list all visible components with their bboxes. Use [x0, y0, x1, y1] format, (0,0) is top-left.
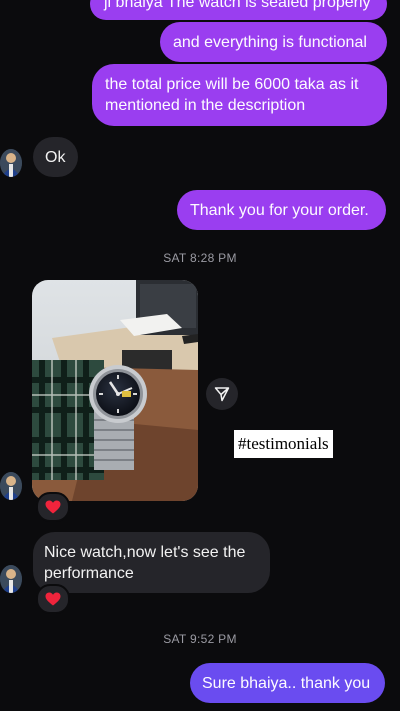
shared-photo[interactable] [32, 280, 198, 501]
user-avatar-icon [0, 472, 22, 500]
incoming-message[interactable]: Nice watch,now let's see the performance [33, 532, 270, 593]
heart-icon [45, 592, 61, 606]
message-timestamp: SAT 9:52 PM [163, 632, 237, 646]
message-text: Thank you for your order. [190, 202, 369, 219]
heart-reaction[interactable] [36, 492, 70, 522]
message-timestamp: SAT 8:28 PM [163, 251, 237, 265]
message-text: and everything is functional [173, 34, 367, 51]
message-text-line: mentioned in the description [105, 97, 306, 114]
heart-reaction[interactable] [36, 584, 70, 614]
message-text: Ok [45, 149, 66, 166]
message-text-line: Nice watch,now let's see the [44, 544, 246, 561]
sender-avatar[interactable] [0, 565, 22, 593]
outgoing-message[interactable]: and everything is functional [160, 22, 387, 62]
share-button[interactable] [206, 378, 238, 410]
outgoing-message[interactable]: Thank you for your order. [177, 190, 386, 230]
outgoing-message[interactable]: ji bhaiya The watch is sealed properly [90, 0, 387, 20]
sender-avatar[interactable] [0, 149, 22, 177]
user-avatar-icon [0, 149, 22, 177]
send-arrow-icon [214, 387, 230, 402]
watch-photo-image [32, 280, 198, 501]
message-text: Sure bhaiya.. thank you [202, 675, 371, 692]
incoming-message[interactable]: Ok [33, 137, 78, 177]
user-avatar-icon [0, 565, 22, 593]
message-text: ji bhaiya The watch is sealed properly [104, 0, 371, 11]
outgoing-message[interactable]: Sure bhaiya.. thank you [190, 663, 385, 703]
sender-avatar[interactable] [0, 472, 22, 500]
outgoing-message[interactable]: the total price will be 6000 taka as it … [92, 64, 387, 126]
testimonials-sticker: #testimonials [234, 430, 333, 458]
heart-icon [45, 500, 61, 514]
message-text-line: the total price will be 6000 taka as it [105, 76, 359, 93]
message-text-line: performance [44, 565, 134, 582]
